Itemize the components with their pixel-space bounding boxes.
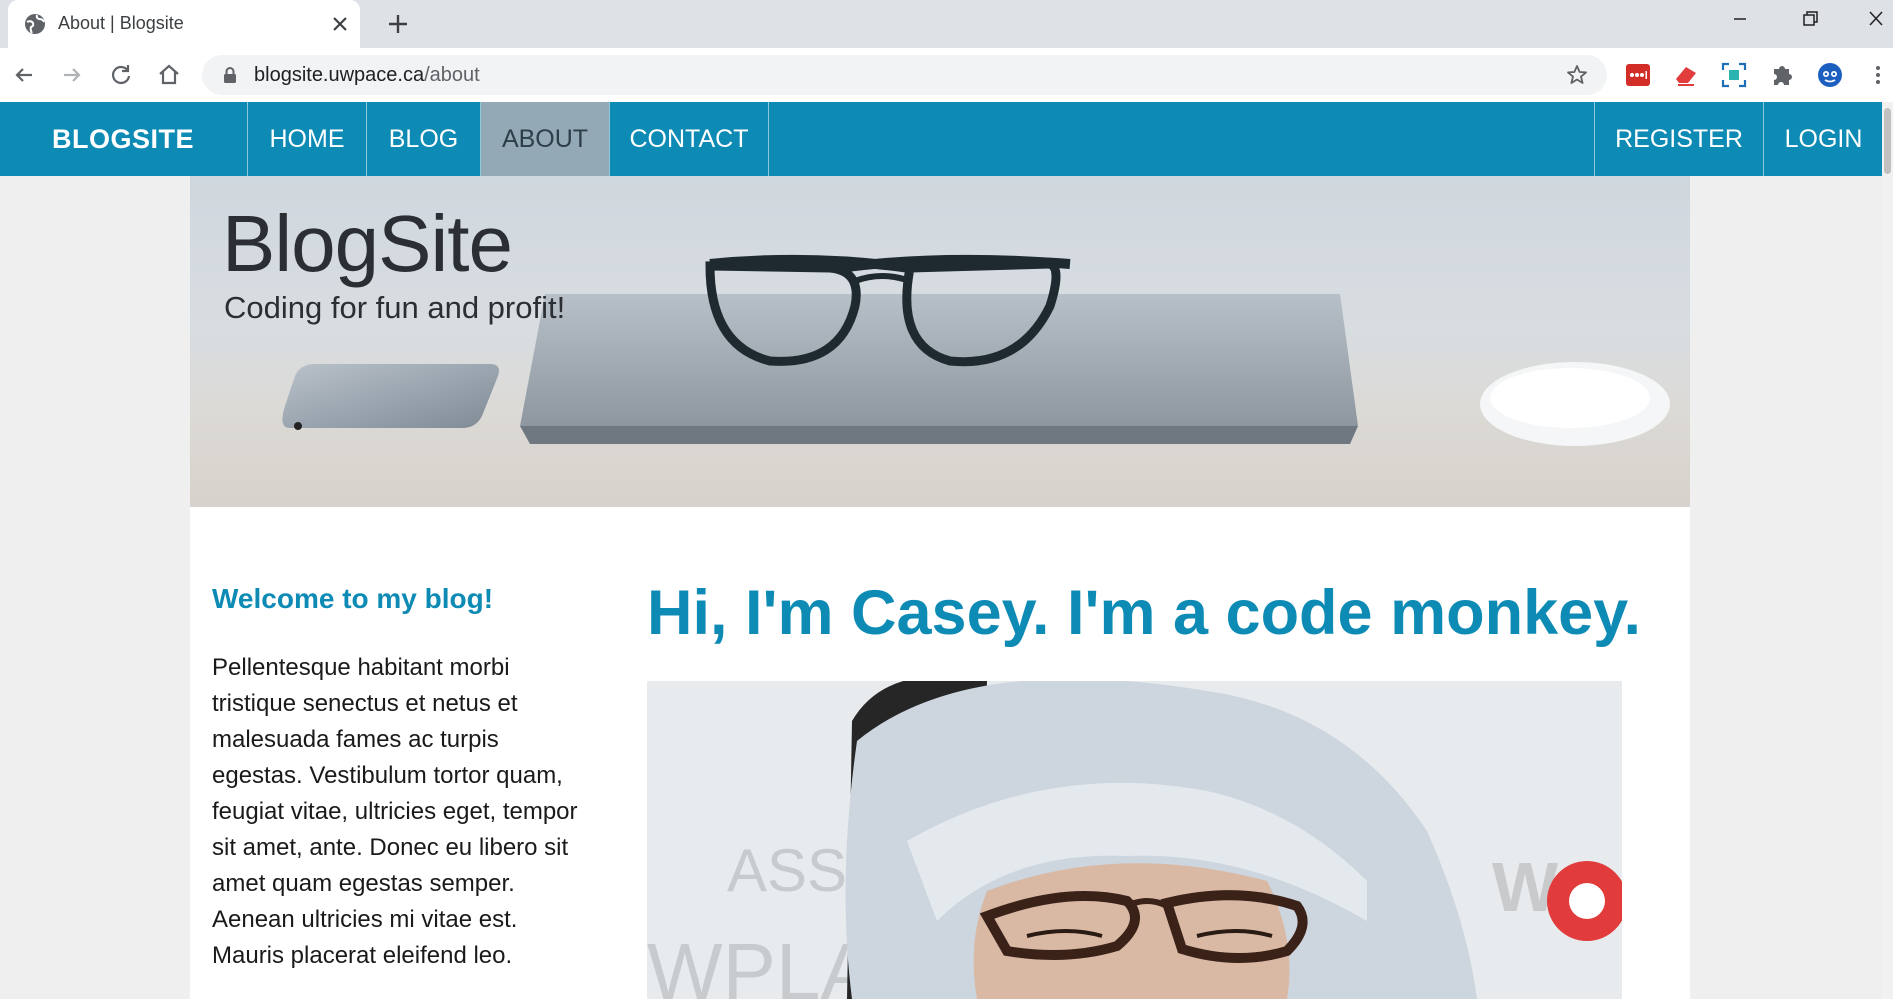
url-path: /about [424,64,480,86]
url-text[interactable]: blogsite.uwpace.ca/about [254,64,480,87]
page-title: Hi, I'm Casey. I'm a code monkey. [647,578,1642,648]
back-icon[interactable] [10,61,38,89]
nav-register-link[interactable]: REGISTER [1594,102,1763,176]
author-photo: ASS WPLA W [647,681,1622,999]
browser-toolbar: blogsite.uwpace.ca/about [0,48,1893,102]
nav-contact-link[interactable]: CONTACT [609,102,769,176]
browser-menu-icon[interactable] [1864,61,1892,89]
eraser-extension-icon[interactable] [1672,61,1700,89]
restore-icon[interactable] [1792,6,1828,32]
photo-backdrop-text-1: ASS [727,837,847,904]
tab-title: About | Blogsite [58,13,184,33]
globe-icon [25,14,45,34]
minimize-icon[interactable] [1722,6,1758,32]
nav-home-link[interactable]: HOME [247,102,366,176]
lastpass-extension-icon[interactable] [1624,61,1652,89]
nav-about-link[interactable]: ABOUT [480,102,609,176]
url-host: blogsite.uwpace.ca [254,64,425,86]
banner-tagline: Coding for fun and profit! [224,290,566,325]
extensions-puzzle-icon[interactable] [1768,61,1796,89]
banner-title: BlogSite [222,199,513,288]
scrollbar-thumb[interactable] [1884,108,1891,174]
nav-blog-link[interactable]: BLOG [366,102,480,176]
photo-backdrop-text-3: W [1492,848,1558,926]
home-icon[interactable] [155,61,183,89]
address-bar[interactable]: blogsite.uwpace.ca/about [202,55,1607,95]
forward-icon[interactable] [58,61,86,89]
browser-tab-active[interactable]: About | Blogsite [8,0,360,48]
header-banner: BlogSite Coding for fun and profit! [190,176,1690,507]
content-area: Welcome to my blog! Pellentesque habitan… [190,507,1690,999]
lock-icon[interactable] [220,65,240,85]
photo-backdrop-text-2: WPLA [647,927,874,999]
new-tab-icon[interactable] [384,10,412,38]
bookmark-star-icon[interactable] [1565,63,1589,87]
nav-login-link[interactable]: LOGIN [1763,102,1884,176]
sidebar-paragraph: Pellentesque habitant morbi tristique se… [212,654,578,969]
site-navbar: BLOGSITE HOME BLOG ABOUT CONTACT REGISTE… [0,102,1893,176]
profile-avatar-icon[interactable] [1816,61,1844,89]
vertical-scrollbar[interactable] [1882,102,1893,999]
author-photo-image: ASS WPLA W [647,681,1622,999]
page-viewport: BLOGSITE HOME BLOG ABOUT CONTACT REGISTE… [0,102,1893,999]
browser-tabstrip: About | Blogsite [0,0,1893,48]
screen-capture-extension-icon[interactable] [1720,61,1748,89]
close-window-icon[interactable] [1858,6,1893,32]
close-tab-icon[interactable] [328,12,352,36]
reload-icon[interactable] [107,61,135,89]
brand-logo-link[interactable]: BLOGSITE [52,124,194,155]
sidebar-heading: Welcome to my blog! [212,583,494,614]
